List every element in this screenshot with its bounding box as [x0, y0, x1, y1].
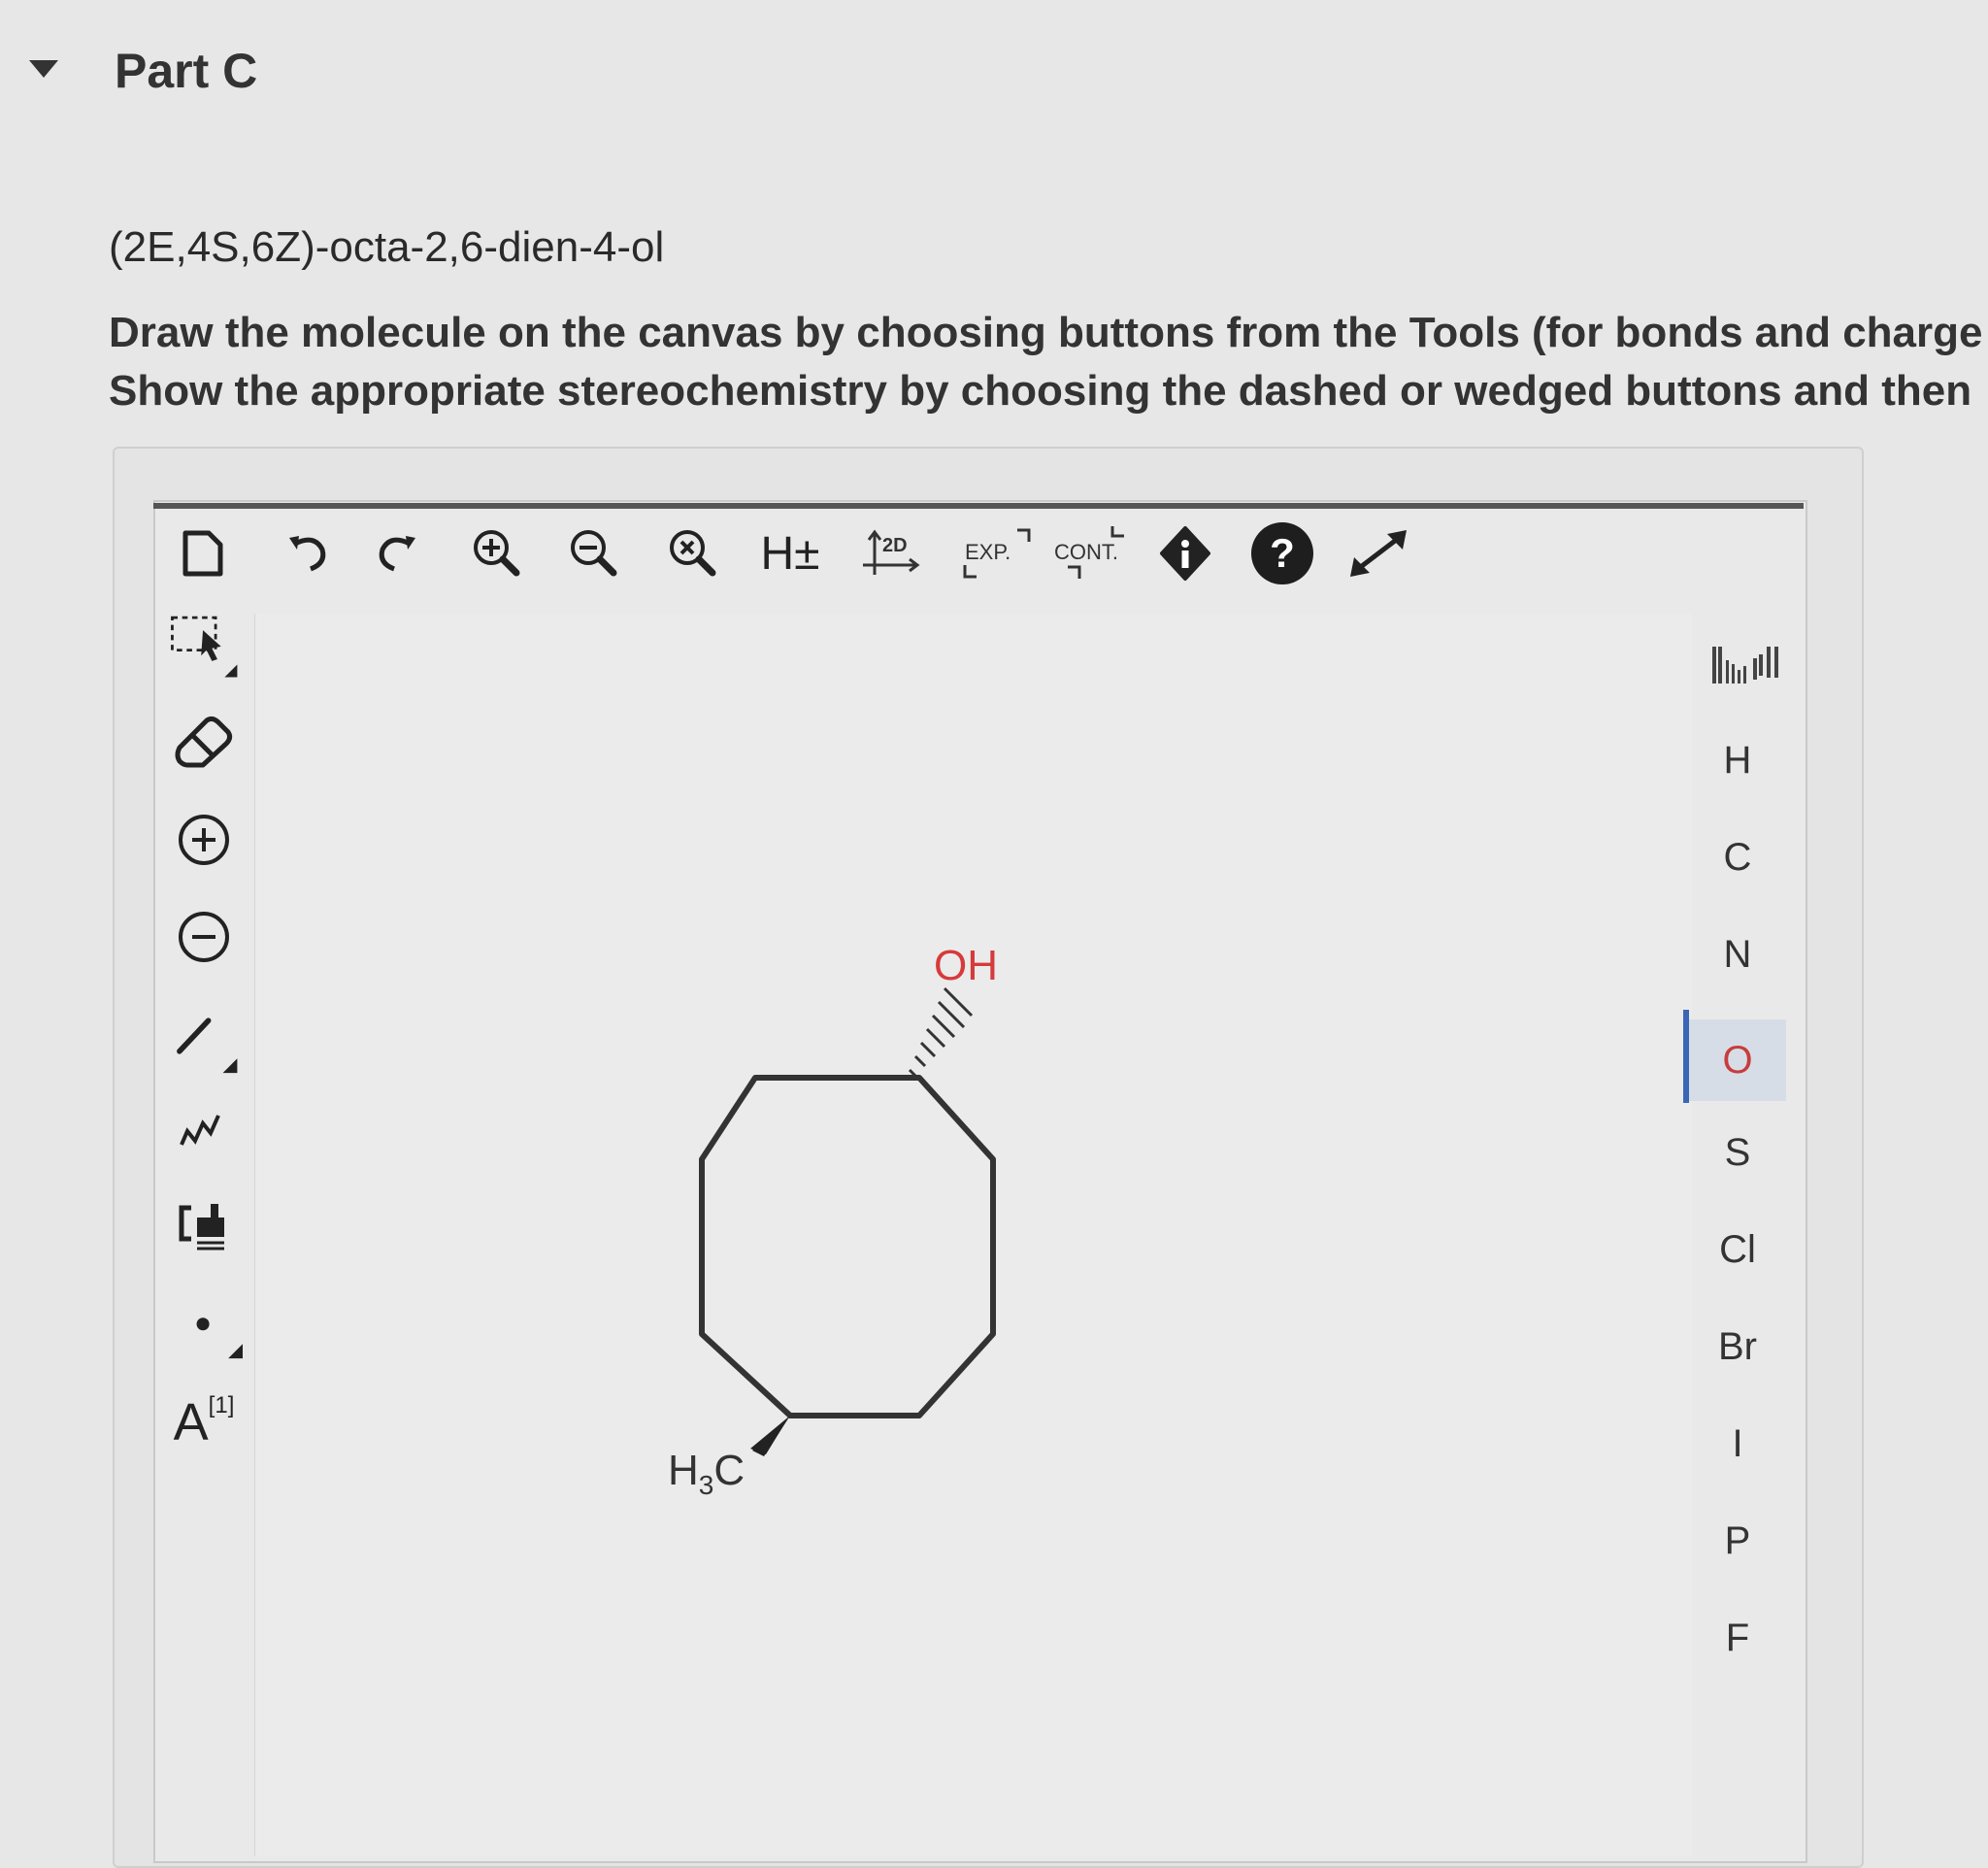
element-button-o[interactable]: O: [1689, 1019, 1786, 1101]
clean-2d-icon: 2D: [863, 529, 920, 575]
eraser-icon: [175, 716, 233, 768]
chain-tool-icon: [180, 1115, 220, 1146]
element-button-f[interactable]: F: [1689, 1604, 1786, 1672]
svg-text:2D: 2D: [882, 535, 908, 556]
toolbar-divider: [153, 503, 1804, 509]
radical-dot-button[interactable]: [165, 1278, 243, 1365]
element-button-h[interactable]: H: [1689, 726, 1786, 794]
undo-icon: [289, 536, 326, 572]
atom-map-button[interactable]: A[1]: [165, 1369, 243, 1476]
hydrogen-toggle-button[interactable]: H±: [753, 524, 827, 583]
zoom-reset-button[interactable]: [660, 524, 728, 583]
cyclooctane-ring: [699, 1075, 996, 1418]
contract-icon: CONT.: [1054, 526, 1124, 579]
positive-charge-icon: [179, 815, 229, 865]
single-bond-button[interactable]: [165, 992, 243, 1080]
new-document-button[interactable]: [173, 524, 231, 583]
instruction-line-1: Draw the molecule on the canvas by choos…: [109, 309, 1983, 356]
element-button-cl[interactable]: Cl: [1689, 1216, 1786, 1284]
element-button-c[interactable]: C: [1689, 823, 1786, 891]
selection-tool-button[interactable]: [165, 602, 243, 689]
clean-2d-button[interactable]: 2D: [854, 524, 932, 583]
svg-text:?: ?: [1270, 530, 1295, 576]
molecule-drawing: [699, 986, 996, 1456]
contract-button[interactable]: CONT.: [1046, 524, 1143, 583]
element-button-br[interactable]: Br: [1689, 1313, 1786, 1381]
negative-charge-button[interactable]: [165, 893, 243, 981]
negative-charge-icon: [179, 912, 229, 962]
chain-tool-button[interactable]: [165, 1087, 243, 1175]
eraser-button[interactable]: [165, 701, 243, 779]
element-button-s[interactable]: S: [1689, 1118, 1786, 1186]
positive-charge-button[interactable]: [165, 796, 243, 884]
hashed-bond: [908, 986, 974, 1078]
zoom-reset-icon: [670, 530, 716, 577]
element-button-n[interactable]: N: [1689, 920, 1786, 988]
svg-text:CONT.: CONT.: [1054, 540, 1118, 564]
info-button[interactable]: [1151, 524, 1219, 583]
molecule-name: (2E,4S,6Z)-octa-2,6-dien-4-ol: [109, 223, 665, 271]
selection-tool-icon: [171, 616, 238, 678]
fullscreen-icon: [1350, 530, 1407, 577]
undo-button[interactable]: [280, 524, 338, 583]
collapse-toggle-icon[interactable]: [29, 60, 58, 78]
atom-map-icon: A[1]: [173, 1391, 235, 1451]
periodic-table-icon: [1712, 647, 1778, 684]
zoom-out-button[interactable]: [561, 524, 629, 583]
svg-text:EXP.: EXP.: [965, 540, 1011, 564]
bracket-tool-button[interactable]: [165, 1179, 243, 1266]
element-button-i[interactable]: I: [1689, 1410, 1786, 1478]
single-bond-icon: [177, 1017, 238, 1074]
zoom-in-icon: [474, 530, 520, 577]
redo-icon: [379, 536, 415, 572]
redo-button[interactable]: [367, 524, 425, 583]
help-icon: ?: [1251, 522, 1313, 584]
fullscreen-button[interactable]: [1342, 524, 1415, 583]
methyl-label[interactable]: H3C: [668, 1447, 745, 1501]
expand-icon: EXP.: [963, 528, 1031, 579]
help-button[interactable]: ?: [1246, 522, 1318, 584]
bracket-tool-icon: [179, 1204, 224, 1251]
new-document-icon: [182, 530, 223, 577]
zoom-out-icon: [571, 530, 617, 577]
expand-button[interactable]: EXP.: [955, 524, 1043, 583]
periodic-table-button[interactable]: [1710, 641, 1788, 687]
radical-dot-icon: [196, 1318, 243, 1359]
hydroxyl-label[interactable]: OH: [934, 942, 998, 990]
hydrogen-toggle-icon: H±: [760, 527, 820, 580]
part-title: Part C: [115, 44, 258, 98]
element-button-p[interactable]: P: [1689, 1507, 1786, 1575]
instruction-line-2: Show the appropriate stereochemistry by …: [109, 367, 1972, 415]
zoom-in-button[interactable]: [464, 524, 532, 583]
drawing-canvas[interactable]: [254, 614, 1692, 1856]
info-icon: [1160, 526, 1210, 581]
